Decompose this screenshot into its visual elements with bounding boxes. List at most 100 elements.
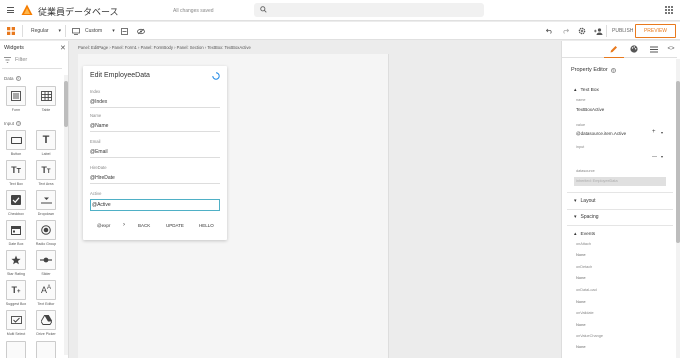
breadcrumb[interactable]: Panel: EditPage › Panel: Form1 › Panel: … <box>78 45 251 50</box>
text-box-icon: TT <box>11 165 21 175</box>
field-name[interactable]: Name @Name <box>90 113 220 132</box>
widget-star-rating[interactable]: Star Rating <box>4 250 28 276</box>
redo-icon[interactable] <box>562 22 569 40</box>
widget-drive-picker[interactable]: Drive Picker <box>34 310 58 336</box>
expr-label[interactable]: @expr <box>97 223 110 228</box>
widgets-grid-icon[interactable] <box>7 22 15 40</box>
hamburger-menu-icon[interactable] <box>7 7 14 14</box>
section-layout[interactable]: ▾ Layout <box>574 198 596 204</box>
chevron-down-icon[interactable]: ▾ <box>661 130 663 135</box>
widget-label: Suggest Box <box>5 302 27 306</box>
event-value[interactable]: None <box>576 299 586 304</box>
help-icon[interactable]: ? <box>15 76 21 81</box>
field-active[interactable]: Active @Active <box>90 191 220 211</box>
pencil-icon[interactable] <box>609 44 619 54</box>
publish-button[interactable]: PUBLISH <box>612 22 633 40</box>
chevron-down-icon[interactable]: ▾ <box>661 154 663 159</box>
field-value[interactable]: @HireDate <box>90 175 220 184</box>
widget-table[interactable]: Table <box>34 86 58 112</box>
widget-button[interactable]: Button <box>4 130 28 156</box>
back-button[interactable]: BACK <box>138 223 150 228</box>
widget-label-widget[interactable]: T Label <box>34 130 58 156</box>
event-value[interactable]: None <box>576 252 586 257</box>
widget-label: Form <box>11 108 21 112</box>
help-icon[interactable]: ? <box>610 67 616 73</box>
widget-label: Button <box>10 152 22 156</box>
suggest-box-icon: T+ <box>11 285 21 295</box>
field-index[interactable]: Index @Index <box>90 89 220 108</box>
field-hire-date[interactable]: HireDate @HireDate <box>90 165 220 184</box>
section-events[interactable]: ▴ Events <box>574 231 595 237</box>
widget-label: Text Box <box>9 182 23 186</box>
event-value[interactable]: None <box>576 275 586 280</box>
field-value[interactable]: @Index <box>90 99 220 108</box>
section-input-label: Input <box>4 121 15 126</box>
widget-label: Checkbox <box>8 212 24 216</box>
section-text-box[interactable]: ▴ Text Box <box>574 87 599 93</box>
close-icon[interactable]: ✕ <box>60 44 66 52</box>
widgets-scrollbar[interactable] <box>64 75 68 355</box>
widget-suggest-box[interactable]: T+ Suggest Box <box>4 280 28 306</box>
prop-value-value[interactable]: @datasource.item.Active <box>576 131 626 136</box>
property-panel: <> Property Editor ? ▴ Text Box name Tex… <box>561 41 680 358</box>
code-icon[interactable]: <> <box>666 44 676 54</box>
field-label: Name <box>90 113 102 118</box>
apps-grid-icon[interactable] <box>665 6 673 14</box>
property-scrollbar[interactable] <box>676 59 680 358</box>
device-select[interactable]: Custom ▾ <box>72 22 115 40</box>
list-icon[interactable] <box>649 44 659 54</box>
search-input[interactable] <box>254 3 484 17</box>
widget-more-2[interactable] <box>34 341 58 358</box>
button-icon <box>10 136 22 144</box>
event-label: onDataLoad <box>576 288 597 292</box>
widget-text-area[interactable]: TT Text Area <box>34 160 58 186</box>
minus-icon[interactable]: — <box>652 154 657 160</box>
widget-multi-select[interactable]: Multi Select <box>4 310 28 336</box>
undo-icon[interactable] <box>546 22 553 40</box>
widget-date-box[interactable]: Date Box <box>4 220 28 246</box>
prop-name-value[interactable]: TextBoxActive <box>576 107 604 112</box>
hello-button[interactable]: HELLO <box>199 223 214 228</box>
slider-icon <box>40 257 52 263</box>
widget-form[interactable]: Form <box>4 86 28 112</box>
save-status: All changes saved <box>173 8 214 14</box>
chevron-up-icon: ▴ <box>574 231 577 237</box>
gear-icon[interactable] <box>578 22 586 40</box>
loading-spinner-icon <box>212 72 220 80</box>
section-spacing[interactable]: ▾ Spacing <box>574 214 599 220</box>
field-email[interactable]: Email @Email <box>90 139 220 158</box>
widget-text-box[interactable]: TT Text Box <box>4 160 28 186</box>
filter-icon <box>4 57 11 63</box>
add-user-icon[interactable] <box>594 22 603 40</box>
event-label: onValidate <box>576 311 594 315</box>
widget-checkbox[interactable]: Checkbox <box>4 190 28 216</box>
widget-radio-group[interactable]: Radio Group <box>34 220 58 246</box>
widget-label: Slider <box>41 272 51 276</box>
filter-input[interactable]: Filter <box>4 57 27 63</box>
field-value[interactable]: @Email <box>90 149 220 158</box>
edit-form-card[interactable]: Edit EmployeeData Index @Index Name @Nam… <box>83 66 227 240</box>
theme-select[interactable]: Regular ▾ <box>31 22 61 40</box>
chevron-right-icon[interactable]: › <box>123 222 125 228</box>
event-label: onDetach <box>576 265 593 269</box>
widget-dropdown[interactable]: Dropdown <box>34 190 58 216</box>
hide-eye-icon[interactable] <box>137 22 145 40</box>
add-binding-icon[interactable]: + <box>652 129 656 135</box>
field-value[interactable]: @Name <box>90 123 220 132</box>
text-area-icon: TT <box>41 165 51 175</box>
widget-slider[interactable]: Slider <box>34 250 58 276</box>
page-settings-icon[interactable] <box>121 22 128 40</box>
preview-button[interactable]: PREVIEW <box>634 24 676 38</box>
field-value[interactable]: @Active <box>90 199 220 211</box>
widget-label: Multi Select <box>6 332 26 336</box>
event-value[interactable]: None <box>576 322 586 327</box>
help-icon[interactable]: ? <box>16 121 22 126</box>
property-editor-title-text: Property Editor <box>571 67 608 73</box>
widget-more-1[interactable] <box>4 341 28 358</box>
event-value[interactable]: None <box>576 344 586 349</box>
widget-text-editor[interactable]: AA Text Editor <box>34 280 58 306</box>
palette-icon[interactable] <box>629 44 639 54</box>
widget-label: Radio Group <box>35 242 57 246</box>
drive-picker-icon <box>40 315 52 325</box>
update-button[interactable]: UPDATE <box>166 223 184 228</box>
